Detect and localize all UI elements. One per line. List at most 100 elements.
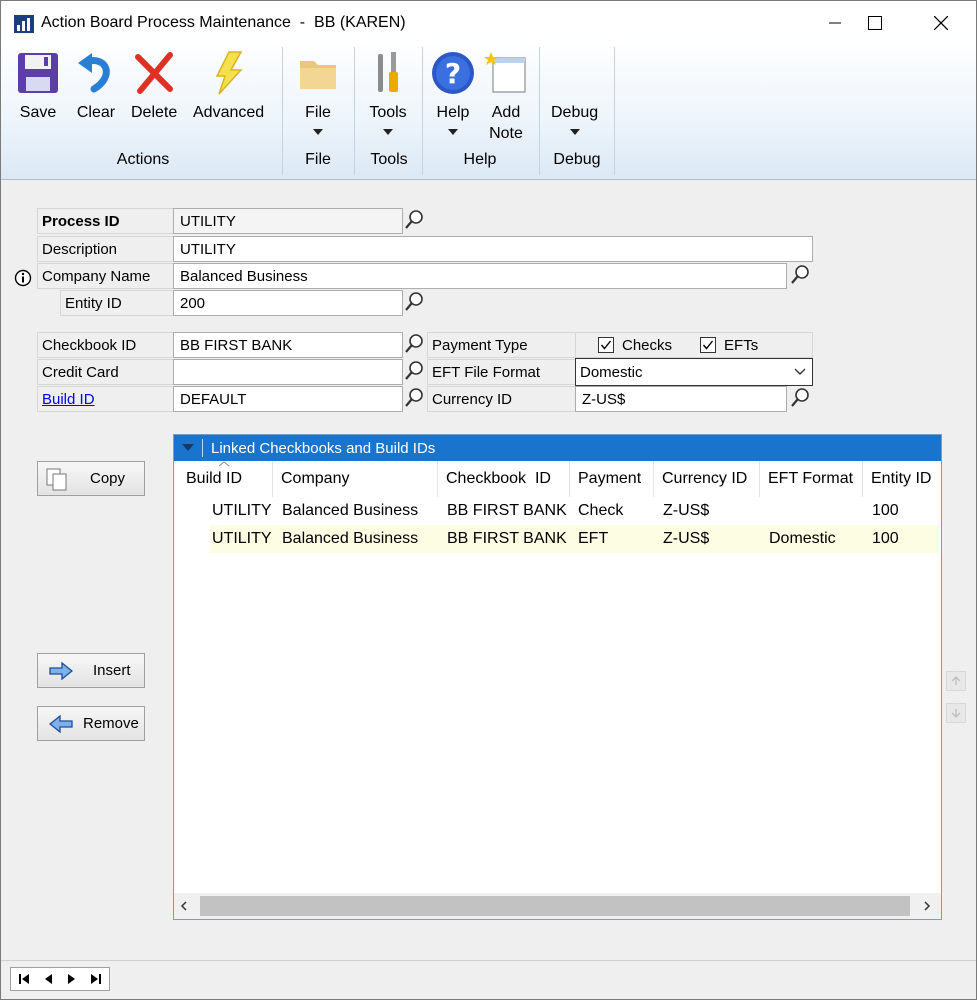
tools-icon (378, 52, 398, 92)
cell-eft-format: Domestic (769, 530, 836, 547)
copy-label: Copy (90, 470, 126, 487)
chevron-down-icon (313, 129, 323, 135)
ribbon-toolbar: Save Clear Delete Advanced Actions File … (1, 45, 976, 180)
close-button[interactable] (918, 1, 964, 45)
company-name-label: Company Name (37, 263, 173, 289)
cell-checkbook-id: BB FIRST BANK (447, 502, 567, 519)
add-note-label: Add Note (489, 102, 523, 144)
grid-title: Linked Checkbooks and Build IDs (211, 439, 436, 457)
column-header-company[interactable]: Company (273, 461, 438, 497)
build-id-link[interactable]: Build ID (42, 391, 95, 408)
cell-checkbook-id: BB FIRST BANK (447, 530, 567, 547)
process-id-label: Process ID (37, 208, 173, 234)
currency-id-lookup-button[interactable] (789, 386, 811, 410)
cell-company: Balanced Business (282, 530, 419, 547)
help-icon: ? (432, 52, 474, 94)
entity-id-lookup-button[interactable] (403, 290, 425, 314)
app-icon (14, 15, 34, 33)
column-header-label: Build ID (186, 470, 243, 487)
checkbook-id-lookup-button[interactable] (403, 332, 425, 356)
description-field[interactable]: UTILITY (173, 236, 813, 262)
info-icon[interactable] (14, 269, 32, 287)
add-note-button[interactable]: Add Note (483, 49, 529, 144)
column-header-entity-id[interactable]: Entity ID (863, 461, 941, 497)
table-row[interactable]: UTILITY Balanced Business BB FIRST BANK … (210, 497, 940, 525)
add-note-label-line1: Add (491, 104, 521, 121)
chevron-down-icon (448, 129, 458, 135)
build-id-lookup-button[interactable] (403, 386, 425, 410)
maximize-button[interactable] (852, 1, 898, 45)
file-menu-button[interactable]: File (295, 49, 341, 135)
debug-label: Debug (551, 104, 599, 121)
scrollbar-thumb[interactable] (200, 896, 910, 916)
record-navigator (10, 967, 110, 991)
add-note-icon (484, 52, 526, 93)
move-row-down-button[interactable] (946, 703, 966, 723)
currency-id-field[interactable]: Z-US$ (575, 386, 787, 412)
delete-x-icon (135, 52, 174, 94)
check-mark-icon (600, 340, 612, 350)
first-record-icon[interactable] (18, 973, 30, 985)
column-header-currency-id[interactable]: Currency ID (654, 461, 760, 497)
build-id-field[interactable]: DEFAULT (173, 386, 403, 412)
save-button[interactable]: Save (15, 49, 61, 123)
arrow-left-icon (49, 714, 73, 733)
copy-button[interactable]: Copy (37, 461, 145, 496)
table-row[interactable]: UTILITY Balanced Business BB FIRST BANK … (210, 525, 940, 553)
lookup-icon (405, 334, 423, 353)
column-header-label: Company (281, 470, 350, 487)
insert-button[interactable]: Insert (37, 653, 145, 688)
lightning-icon (215, 51, 243, 95)
delete-button[interactable]: Delete (131, 49, 177, 123)
cell-entity-id: 100 (872, 502, 899, 519)
process-id-field[interactable]: UTILITY (173, 208, 403, 234)
column-header-label: Currency ID (662, 470, 748, 487)
efts-label: EFTs (724, 336, 759, 354)
credit-card-field[interactable] (173, 359, 403, 385)
remove-label: Remove (83, 715, 139, 732)
group-separator (422, 47, 423, 175)
folder-icon (300, 61, 336, 89)
horizontal-scrollbar[interactable] (174, 893, 941, 919)
scroll-left-icon[interactable] (180, 901, 188, 911)
eft-file-format-select[interactable]: Domestic (575, 358, 813, 386)
debug-menu-button[interactable]: Debug (551, 49, 598, 135)
arrow-right-icon (49, 661, 73, 680)
arrow-down-icon (951, 709, 961, 718)
scroll-right-icon[interactable] (923, 901, 931, 911)
next-record-icon[interactable] (67, 973, 77, 985)
last-record-icon[interactable] (90, 973, 102, 985)
group-label-actions: Actions (116, 151, 170, 168)
company-name-field[interactable]: Balanced Business (173, 263, 787, 289)
process-id-lookup-button[interactable] (403, 208, 425, 232)
company-name-lookup-button[interactable] (789, 263, 811, 287)
group-label-file: File (305, 151, 331, 168)
entity-id-field[interactable]: 200 (173, 290, 403, 316)
grid-title-divider (202, 439, 203, 457)
credit-card-lookup-button[interactable] (403, 359, 425, 383)
efts-checkbox[interactable]: EFTs (700, 337, 758, 354)
clear-button[interactable]: Clear (73, 49, 119, 123)
column-header-label: Entity ID (871, 470, 932, 487)
column-header-checkbook-id[interactable]: Checkbook ID (438, 461, 570, 497)
previous-record-icon[interactable] (43, 973, 53, 985)
checkbook-id-field[interactable]: BB FIRST BANK (173, 332, 403, 358)
cell-payment: Check (578, 502, 624, 519)
column-header-label: Checkbook ID (446, 470, 551, 487)
title-bar: Action Board Process Maintenance - BB (K… (1, 1, 976, 45)
tools-menu-button[interactable]: Tools (365, 49, 411, 135)
window-title: Action Board Process Maintenance - BB (K… (41, 14, 406, 31)
move-row-up-button[interactable] (946, 671, 966, 691)
cell-build-id: UTILITY (212, 530, 272, 547)
advanced-button[interactable]: Advanced (193, 49, 264, 123)
remove-button[interactable]: Remove (37, 706, 145, 741)
collapse-arrow-icon[interactable] (182, 444, 194, 452)
help-menu-button[interactable]: ? Help (430, 49, 476, 135)
currency-id-label: Currency ID (427, 386, 575, 412)
lookup-icon (791, 265, 809, 284)
column-header-payment[interactable]: Payment (570, 461, 654, 497)
column-header-label: Payment (578, 470, 642, 487)
column-header-eft-format[interactable]: EFT Format (760, 461, 863, 497)
chevron-down-icon (794, 368, 806, 375)
checks-checkbox[interactable]: Checks (598, 337, 672, 354)
